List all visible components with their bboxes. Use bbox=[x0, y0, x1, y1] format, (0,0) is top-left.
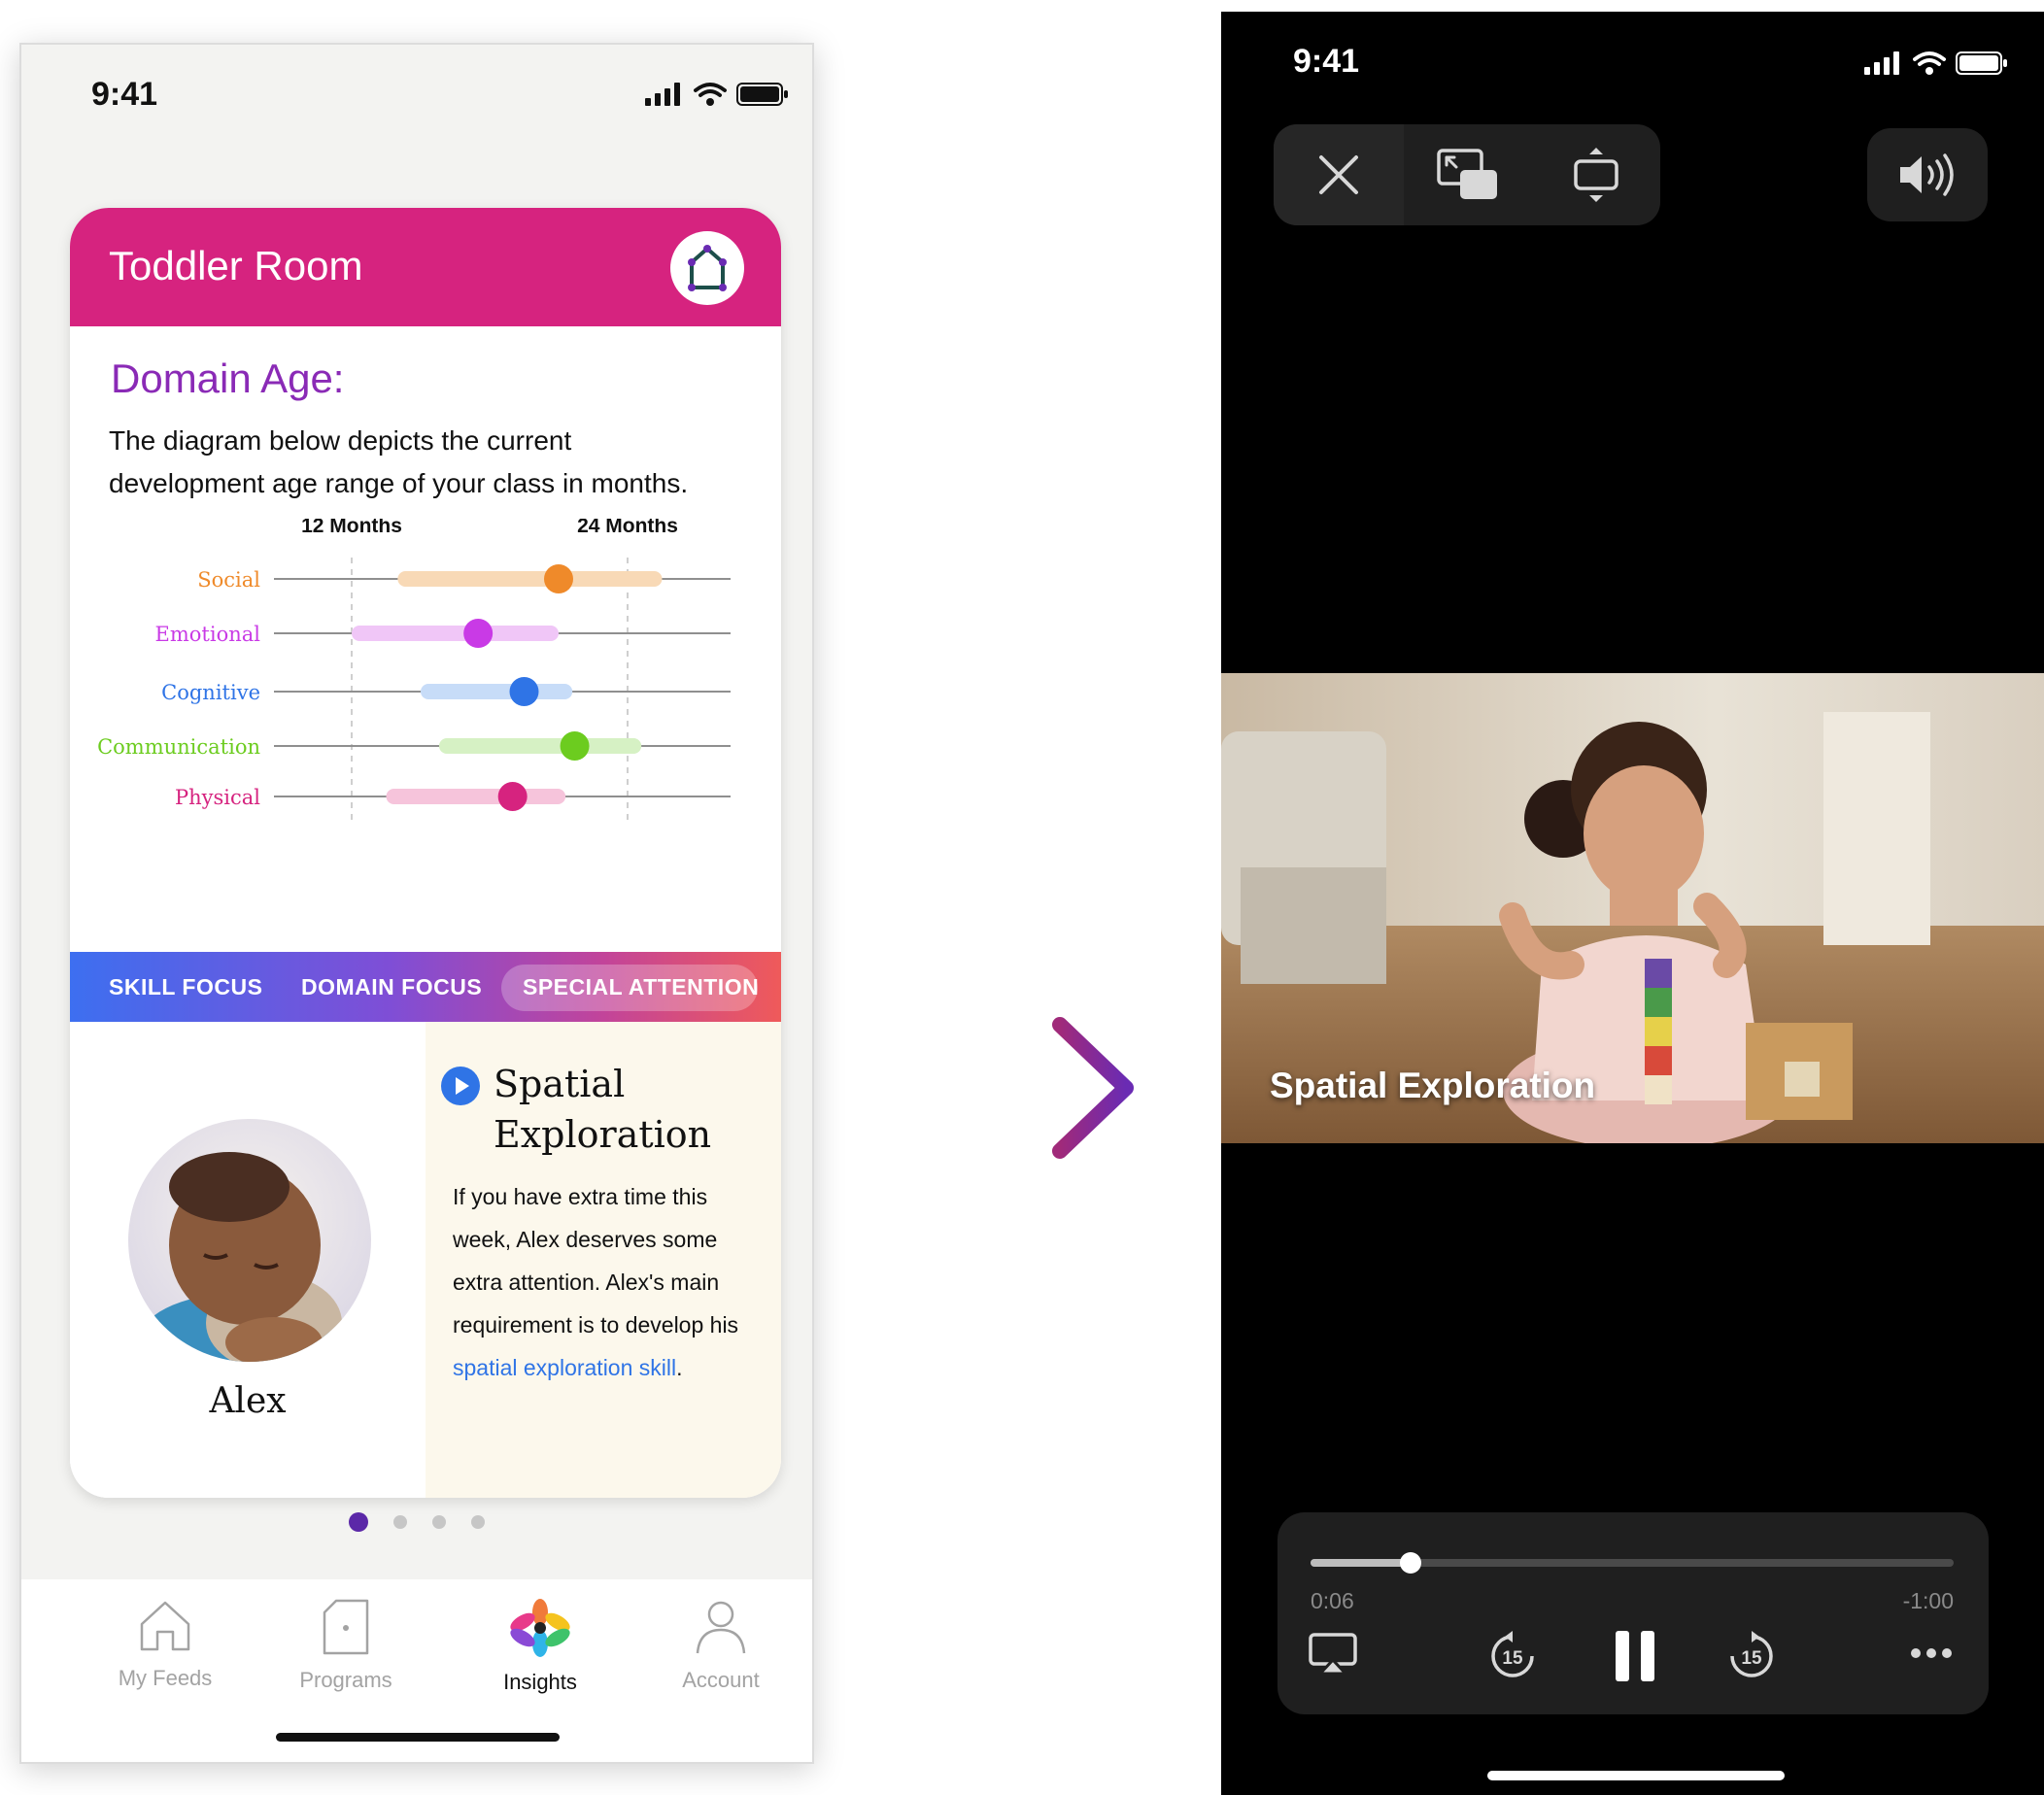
range-bar bbox=[421, 684, 573, 699]
x-tick-label: 24 Months bbox=[577, 519, 678, 537]
page-dot-3[interactable] bbox=[432, 1515, 446, 1529]
value-marker bbox=[497, 782, 528, 811]
nav-label: Insights bbox=[503, 1670, 577, 1694]
cellular-signal-icon bbox=[1864, 51, 1899, 75]
x-tick-label: 12 Months bbox=[301, 519, 402, 537]
document-icon bbox=[323, 1599, 369, 1655]
domain-age-chart: 12 Months 24 Months Social Emotional Cogniti… bbox=[97, 519, 731, 824]
progress-slider[interactable] bbox=[1311, 1552, 1954, 1574]
video-top-controls bbox=[1274, 124, 1660, 225]
insight-card: Toddler Room Domain Age: The diagram bel… bbox=[70, 208, 781, 1498]
right-phone-screen: 9:41 Spatial Exploration 0:06 -1:00 15 1… bbox=[1221, 12, 2044, 1795]
pip-button[interactable] bbox=[1404, 124, 1532, 225]
category-label: Physical bbox=[175, 786, 260, 809]
range-bar bbox=[352, 626, 559, 641]
child-avatar[interactable] bbox=[128, 1119, 371, 1362]
range-bar bbox=[397, 571, 663, 587]
value-marker bbox=[560, 731, 590, 761]
progress-fill bbox=[1311, 1559, 1411, 1567]
progress-knob[interactable] bbox=[1399, 1552, 1421, 1574]
person-icon bbox=[696, 1601, 746, 1654]
rewind-seconds: 15 bbox=[1502, 1648, 1523, 1669]
wifi-icon bbox=[1913, 51, 1946, 75]
battery-icon bbox=[736, 83, 788, 106]
page-dot-4[interactable] bbox=[471, 1515, 485, 1529]
category-label: Social bbox=[197, 568, 260, 592]
focus-tabs: SKILL FOCUS DOMAIN FOCUS SPECIAL ATTENTI… bbox=[70, 952, 781, 1022]
forward-15-icon: 15 bbox=[1730, 1631, 1773, 1677]
value-marker bbox=[463, 619, 494, 648]
airplay-button[interactable] bbox=[1309, 1633, 1357, 1680]
value-marker bbox=[509, 677, 539, 706]
battery-icon bbox=[1956, 51, 2007, 75]
play-icon[interactable] bbox=[441, 1067, 480, 1105]
child-profile: Alex bbox=[70, 1022, 426, 1498]
status-time: 9:41 bbox=[91, 76, 158, 113]
range-bar bbox=[438, 738, 642, 754]
forward-seconds: 15 bbox=[1741, 1648, 1762, 1669]
nav-insights[interactable]: Insights bbox=[453, 1599, 628, 1695]
page-dot-1[interactable] bbox=[349, 1512, 368, 1532]
activity-text-end: . bbox=[676, 1355, 683, 1380]
left-phone-screen: 9:41 Toddler Room Domain Age: The diagra… bbox=[19, 43, 814, 1764]
nav-programs[interactable]: Programs bbox=[258, 1599, 433, 1693]
resize-button[interactable] bbox=[1532, 124, 1660, 225]
video-frame[interactable]: Spatial Exploration bbox=[1221, 673, 2044, 1143]
activity-description: If you have extra time this week, Alex d… bbox=[453, 1175, 764, 1389]
nav-label: My Feeds bbox=[118, 1666, 213, 1690]
domain-age-title: Domain Age: bbox=[111, 356, 345, 401]
airplay-icon bbox=[1309, 1633, 1357, 1676]
volume-button[interactable] bbox=[1867, 128, 1988, 221]
card-title: Toddler Room bbox=[109, 243, 363, 288]
page-indicator bbox=[21, 1512, 812, 1532]
activity-title[interactable]: Spatial Exploration bbox=[494, 1059, 766, 1160]
speaker-volume-icon bbox=[1900, 153, 1954, 196]
activity-text: If you have extra time this week, Alex d… bbox=[453, 1184, 739, 1338]
tab-domain-focus[interactable]: DOMAIN FOCUS bbox=[301, 952, 482, 1022]
home-icon bbox=[140, 1601, 190, 1651]
card-header: Toddler Room bbox=[70, 208, 781, 326]
nav-label: Account bbox=[682, 1668, 760, 1692]
tab-special-attention[interactable]: SPECIAL ATTENTION bbox=[523, 952, 759, 1022]
close-button[interactable] bbox=[1274, 124, 1404, 225]
nav-my-feeds[interactable]: My Feeds bbox=[78, 1599, 253, 1691]
more-button[interactable] bbox=[1909, 1646, 1954, 1665]
status-icons bbox=[645, 82, 789, 107]
status-icons bbox=[1864, 51, 2008, 76]
activity-panel: Spatial Exploration If you have extra ti… bbox=[426, 1022, 781, 1498]
category-label: Cognitive bbox=[161, 681, 260, 704]
cellular-signal-icon bbox=[645, 83, 680, 106]
playback-control-bar: 0:06 -1:00 15 15 bbox=[1278, 1512, 1989, 1714]
category-label: Communication bbox=[97, 735, 260, 759]
pause-button[interactable] bbox=[1614, 1629, 1656, 1688]
value-marker bbox=[544, 564, 573, 593]
nav-label: Programs bbox=[299, 1668, 392, 1692]
time-remaining: -1:00 bbox=[1902, 1588, 1954, 1613]
nav-account[interactable]: Account bbox=[633, 1599, 808, 1693]
rewind-15-button[interactable]: 15 bbox=[1487, 1631, 1538, 1686]
status-time: 9:41 bbox=[1293, 43, 1360, 80]
tab-skill-focus[interactable]: SKILL FOCUS bbox=[109, 952, 262, 1022]
house-outline-icon[interactable] bbox=[670, 231, 744, 305]
close-icon bbox=[1319, 155, 1358, 194]
resize-icon bbox=[1574, 148, 1618, 202]
activity-link[interactable]: spatial exploration skill bbox=[453, 1355, 676, 1380]
child-name: Alex bbox=[209, 1381, 287, 1421]
flower-icon bbox=[510, 1599, 570, 1657]
more-dots-icon bbox=[1911, 1648, 1952, 1658]
page-dot-2[interactable] bbox=[393, 1515, 407, 1529]
video-title: Spatial Exploration bbox=[1270, 1066, 1596, 1105]
wifi-icon bbox=[694, 83, 727, 106]
time-elapsed: 0:06 bbox=[1311, 1588, 1354, 1613]
picture-in-picture-icon bbox=[1437, 149, 1497, 199]
range-bar bbox=[386, 789, 566, 804]
forward-15-button[interactable]: 15 bbox=[1726, 1631, 1777, 1686]
rewind-15-icon: 15 bbox=[1491, 1631, 1534, 1677]
domain-age-description: The diagram below depicts the current de… bbox=[109, 425, 689, 498]
home-indicator bbox=[276, 1733, 560, 1742]
transition-arrow-icon bbox=[947, 1017, 1134, 1159]
pause-icon bbox=[1616, 1631, 1654, 1681]
category-label: Emotional bbox=[155, 623, 261, 646]
home-indicator bbox=[1487, 1771, 1785, 1780]
